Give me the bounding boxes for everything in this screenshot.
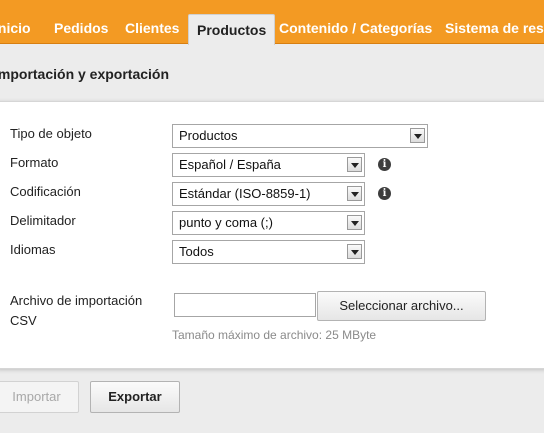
format-label: Formato	[10, 155, 59, 170]
tab-contenido-categorias[interactable]: Contenido / Categorías	[279, 13, 432, 44]
object-type-value: Productos	[179, 128, 238, 143]
chevron-down-icon	[347, 215, 362, 230]
tab-sistema-de-resenas[interactable]: Sistema de rese	[445, 13, 544, 44]
chevron-down-icon	[347, 186, 362, 201]
info-icon[interactable]: i	[378, 187, 391, 200]
chevron-down-icon	[347, 244, 362, 259]
chevron-down-icon	[347, 157, 362, 172]
encoding-label: Codificación	[10, 184, 81, 199]
encoding-select[interactable]: Estándar (ISO-8859-1)	[172, 182, 365, 206]
languages-label: Idiomas	[10, 242, 56, 257]
import-file-label-csv: CSV	[10, 313, 37, 328]
chevron-down-icon	[410, 128, 425, 143]
format-value: Español / España	[179, 157, 281, 172]
import-file-field[interactable]	[174, 293, 316, 317]
top-navigation: Inicio Pedidos Clientes Productos Conten…	[0, 0, 544, 45]
delimiter-select[interactable]: punto y coma (;)	[172, 211, 365, 235]
export-button[interactable]: Exportar	[90, 381, 180, 413]
tab-clientes[interactable]: Clientes	[125, 13, 179, 44]
select-file-button[interactable]: Seleccionar archivo...	[317, 291, 486, 321]
languages-value: Todos	[179, 244, 214, 259]
delimiter-value: punto y coma (;)	[179, 215, 273, 230]
max-file-size-hint: Tamaño máximo de archivo: 25 MByte	[172, 328, 377, 342]
page-title: Importación y exportación	[0, 66, 170, 82]
format-select[interactable]: Español / España	[172, 153, 365, 177]
delimiter-label: Delimitador	[10, 213, 76, 228]
tab-pedidos[interactable]: Pedidos	[54, 13, 108, 44]
object-type-label: Tipo de objeto	[10, 126, 92, 141]
languages-select[interactable]: Todos	[172, 240, 365, 264]
info-icon[interactable]: i	[378, 158, 391, 171]
tab-productos[interactable]: Productos	[188, 14, 276, 45]
tab-inicio[interactable]: Inicio	[0, 13, 31, 44]
encoding-value: Estándar (ISO-8859-1)	[179, 186, 311, 201]
import-file-label: Archivo de importación	[10, 293, 143, 308]
object-type-select[interactable]: Productos	[172, 124, 428, 148]
import-button[interactable]: Importar	[0, 381, 79, 413]
